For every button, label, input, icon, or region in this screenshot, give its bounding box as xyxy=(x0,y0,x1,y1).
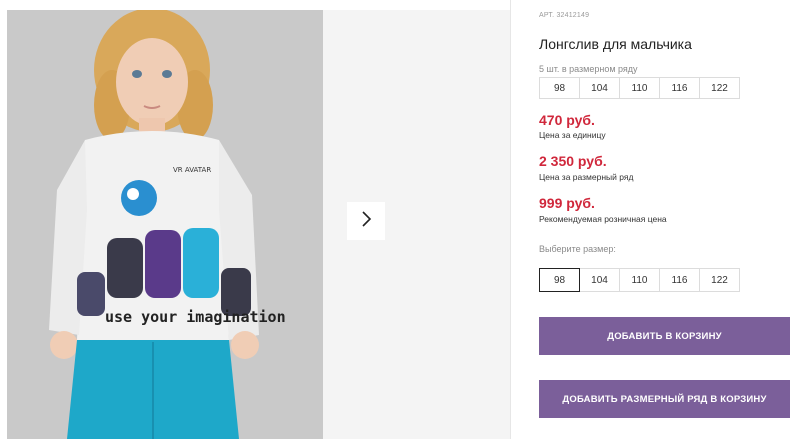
add-to-cart-button[interactable]: ДОБАВИТЬ В КОРЗИНУ xyxy=(539,317,790,355)
product-title: Лонгслив для мальчика xyxy=(539,36,692,52)
size-selector: 98 104 110 116 122 xyxy=(539,268,740,292)
size-option-110[interactable]: 110 xyxy=(619,268,660,292)
size-option-116[interactable]: 116 xyxy=(659,268,700,292)
pack-price: 2 350 руб. xyxy=(539,153,607,169)
add-pack-to-cart-button[interactable]: ДОБАВИТЬ РАЗМЕРНЫЙ РЯД В КОРЗИНУ xyxy=(539,380,790,418)
article-number: АРТ. 32412149 xyxy=(539,12,589,19)
panel-divider xyxy=(510,0,511,439)
pack-note: 5 шт. в размерном ряду xyxy=(539,64,638,74)
article-value: 32412149 xyxy=(556,12,590,19)
retail-price: 999 руб. xyxy=(539,195,595,211)
product-gallery: use your imagination VR AVATAR xyxy=(0,0,510,439)
size-option-122[interactable]: 122 xyxy=(699,268,740,292)
pack-sizes-row: 98 104 110 116 122 xyxy=(539,77,740,99)
pack-size-cell: 116 xyxy=(659,77,700,99)
size-option-104[interactable]: 104 xyxy=(579,268,620,292)
size-option-98[interactable]: 98 xyxy=(539,268,580,292)
unit-price-label: Цена за единицу xyxy=(539,130,606,140)
svg-text:VR AVATAR: VR AVATAR xyxy=(173,166,211,174)
shirt-slogan: use your imagination xyxy=(105,308,286,326)
unit-price: 470 руб. xyxy=(539,112,595,128)
pack-size-cell: 98 xyxy=(539,77,580,99)
product-photo[interactable]: use your imagination VR AVATAR xyxy=(7,10,323,439)
pack-price-label: Цена за размерный ряд xyxy=(539,172,634,182)
pack-size-cell: 104 xyxy=(579,77,620,99)
child-in-longsleeve-image: use your imagination VR AVATAR xyxy=(7,10,323,439)
article-label: АРТ. xyxy=(539,12,555,19)
pack-size-cell: 110 xyxy=(619,77,660,99)
pack-size-cell: 122 xyxy=(699,77,740,99)
choose-size-label: Выберите размер: xyxy=(539,244,616,254)
retail-price-label: Рекомендуемая розничная цена xyxy=(539,214,667,224)
chevron-right-icon xyxy=(360,210,372,232)
gallery-next-button[interactable] xyxy=(347,202,385,240)
